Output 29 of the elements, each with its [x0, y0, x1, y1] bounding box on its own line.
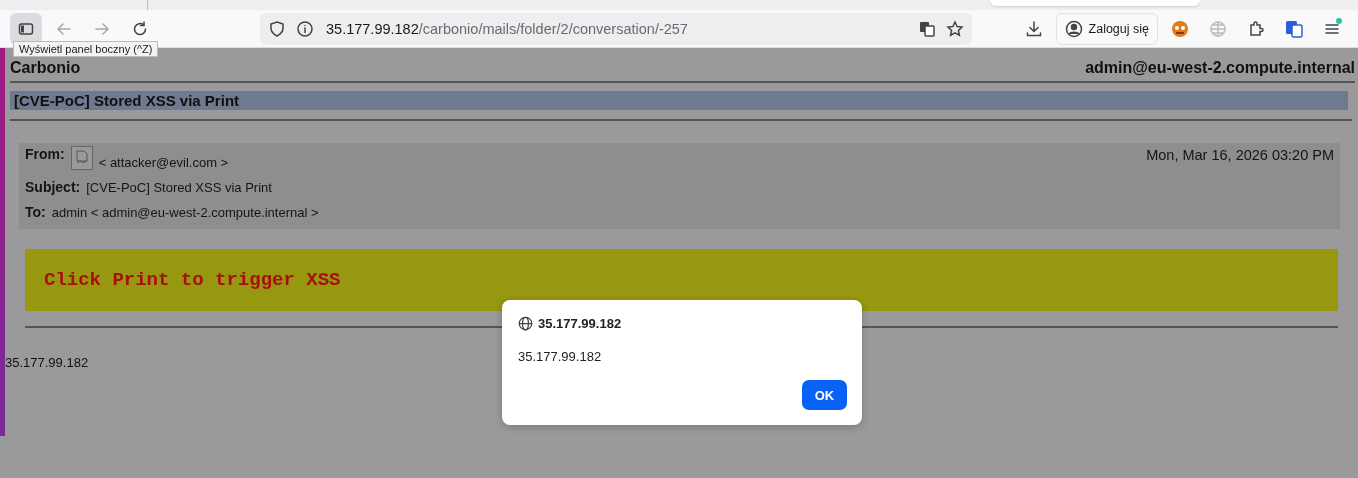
reload-icon[interactable] — [131, 19, 149, 38]
banner-text: Click Print to trigger XSS — [44, 269, 341, 291]
globe-icon — [1209, 19, 1227, 38]
puzzle-icon — [1247, 19, 1265, 38]
ok-button[interactable]: OK — [802, 380, 847, 410]
shield-icon[interactable] — [268, 19, 286, 38]
download-icon[interactable] — [1024, 19, 1043, 38]
dialog-message: 35.177.99.182 — [518, 349, 603, 364]
header-label: To: — [25, 204, 46, 220]
subject-text: [CVE-PoC] Stored XSS via Print — [86, 180, 272, 195]
address-bar[interactable]: 35.177.99.182/carbonio/mails/folder/2/conversation/-257 — [260, 12, 972, 45]
info-icon[interactable] — [296, 19, 314, 38]
header-label: From: — [25, 146, 65, 162]
app-name: Carbonio — [10, 59, 81, 77]
tooltip: Wyświetl panel boczny (^Z) — [13, 41, 159, 57]
account-icon[interactable] — [1064, 19, 1083, 38]
header-label: Subject: — [25, 179, 81, 195]
url-text: 35.177.99.182/carbonio/mails/folder/2/conversation/-257 — [326, 20, 688, 37]
recipient-text: admin < admin@eu-west-2.compute.internal > — [51, 205, 319, 220]
sidebar-button[interactable] — [10, 12, 42, 45]
footer-text: 35.177.99.182 — [5, 355, 89, 370]
globe-icon — [518, 316, 533, 331]
user-email: admin@eu-west-2.compute.internal — [1085, 59, 1355, 77]
message-date: Mon, Mar 16, 2026 03:20 PM — [1146, 146, 1334, 163]
star-icon[interactable] — [946, 19, 964, 38]
subject-title-bar: [CVE-PoC] Stored XSS via Print — [10, 91, 1348, 110]
dialog-title: 35.177.99.182 — [538, 316, 622, 331]
sign-in-button[interactable]: Zaloguj się — [1055, 12, 1158, 45]
sender-email: < attacker@evil.com > — [98, 155, 229, 170]
